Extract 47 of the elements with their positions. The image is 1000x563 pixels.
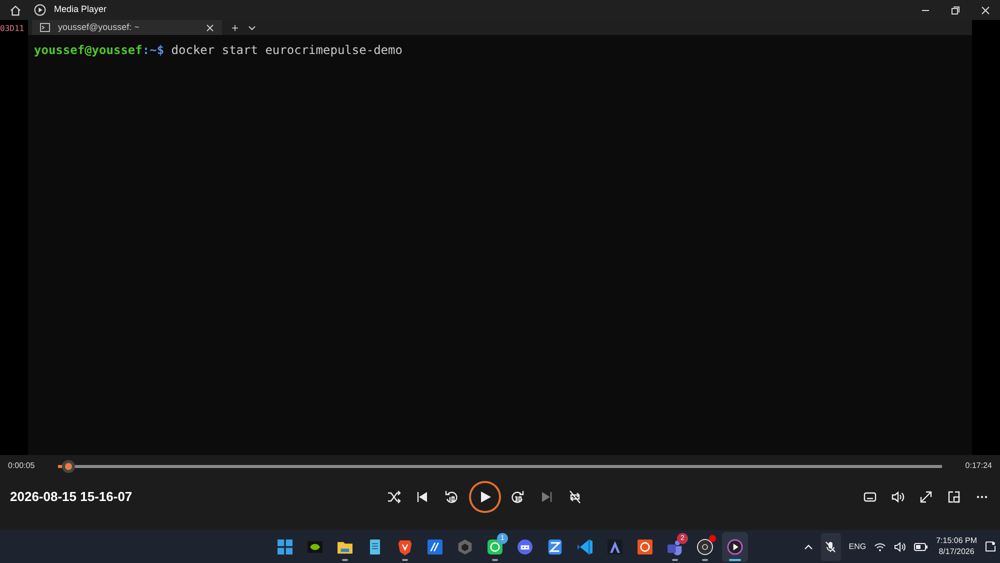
wifi-icon[interactable] [874,542,886,552]
close-icon [980,6,990,14]
close-icon[interactable] [206,24,214,32]
new-tab-button[interactable]: + [222,20,248,35]
battery-icon[interactable] [914,542,928,550]
volume-icon [891,490,905,504]
play-circle-icon [34,4,46,16]
home-icon [10,4,20,16]
play-circle-icon [725,536,745,556]
expand-icon [919,490,933,504]
aperture-icon [695,536,715,556]
grid-icon [275,536,295,556]
chevron-down-icon[interactable] [248,24,256,30]
elapsed-time: 0:00:05 [8,460,36,472]
rewind-icon [444,490,458,504]
play-button[interactable] [469,481,501,513]
terminal-icon [40,23,50,32]
tab-title: youssef@youssef: ~ [58,20,140,34]
overlay-text: 03D11 [0,24,24,33]
taskbar-app[interactable] [722,532,748,562]
shuffle-icon [386,490,401,504]
ring-icon [635,536,655,556]
microphone-button[interactable] [820,532,841,560]
terminal-tab[interactable]: youssef@youssef: ~ [32,20,222,35]
muted-microphone-icon [825,540,836,552]
repeat-off-icon [568,490,582,504]
total-duration: 0:17:24 [964,460,992,472]
window-title: Media Player [54,3,107,16]
chat-icon [485,536,505,556]
media-title: 2026-08-15 15-16-07 [9,488,134,506]
language-indicator[interactable]: ENG [848,540,866,552]
subtitles-icon [863,490,877,504]
notification-icon[interactable] [985,541,996,552]
editor-icon [425,536,445,556]
mini-player-icon [947,490,961,504]
next-icon [540,490,554,504]
code-icon [575,536,595,556]
peak-icon [605,536,625,556]
restore-icon [950,6,960,14]
fast-forward-icon [511,490,526,504]
seek-thumb[interactable] [62,460,75,472]
chevron-up-icon[interactable] [804,544,813,550]
terminal-line: youssef@youssef:~$ docker start eurocrimepulse-demo [33,42,404,59]
clock[interactable]: 7:15:06 PM 8/17/2026 [936,536,977,557]
volume-icon[interactable] [894,542,906,552]
previous-icon [415,490,430,504]
controller-icon [515,536,535,556]
